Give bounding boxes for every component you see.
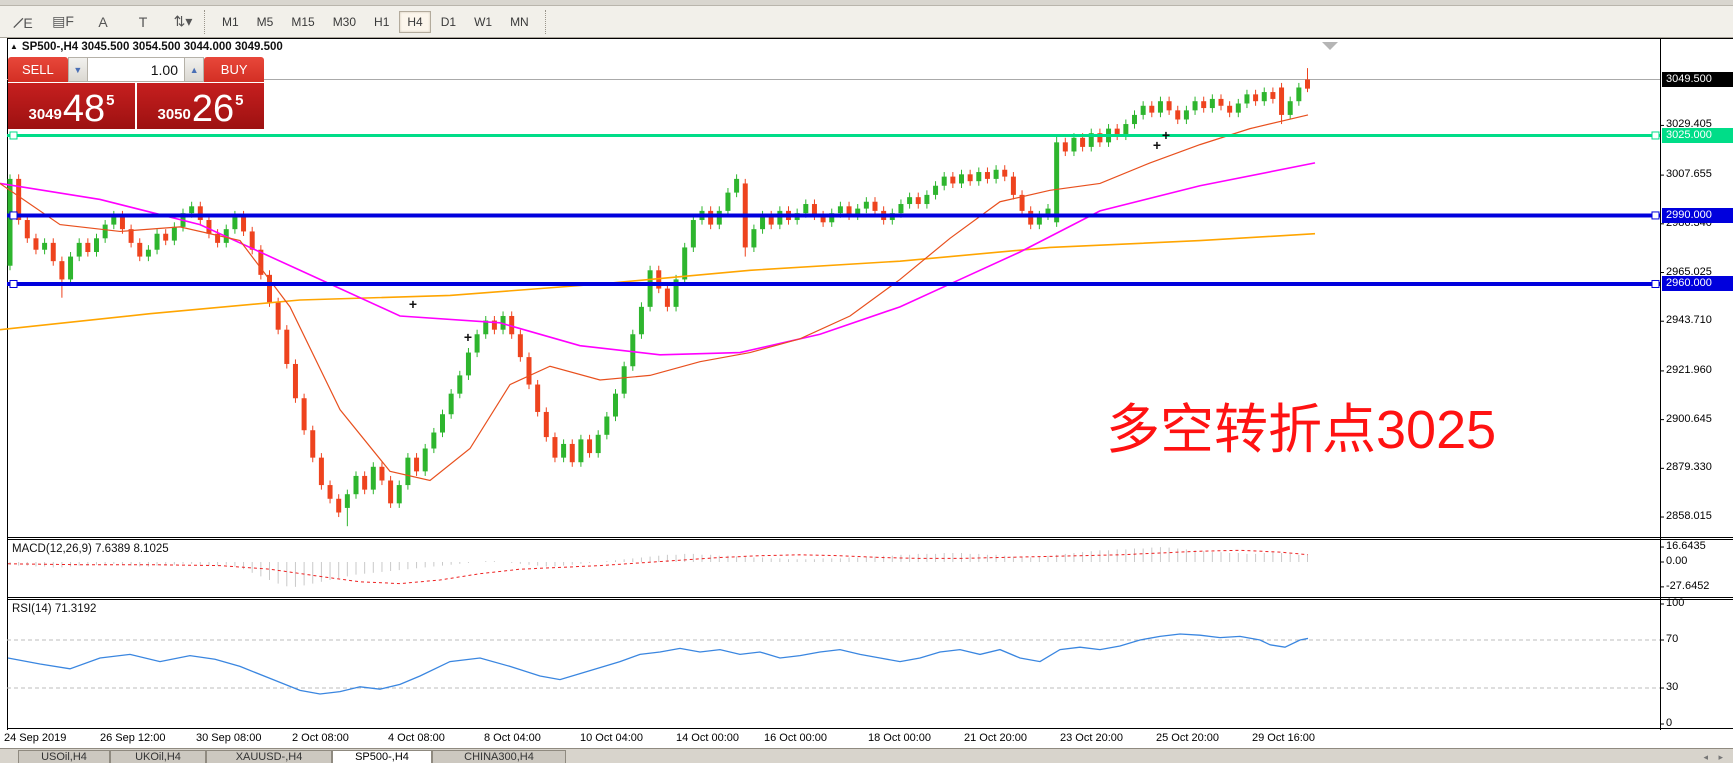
buy-price-sup: 5: [235, 93, 243, 108]
axis-tick-label: 0: [1666, 717, 1672, 729]
time-tick-label: 2 Oct 08:00: [292, 732, 349, 744]
sell-price-small: 3049: [29, 107, 62, 122]
sell-price-big: 48: [63, 92, 105, 126]
sell-price-sup: 5: [106, 93, 114, 108]
sell-quote[interactable]: 3049 48 5: [8, 83, 135, 129]
axis-tick-label: 0.00: [1666, 555, 1687, 567]
symbol-tab-bar: ◂ ▸ USOil,H4UKOil,H4XAUUSD-,H4SP500-,H4C…: [0, 748, 1733, 763]
macd-indicator-label: MACD(12,26,9) 7.6389 8.1025: [12, 543, 169, 555]
arrows-objects-icon[interactable]: ⇅▾: [170, 11, 196, 33]
time-tick-label: 26 Sep 12:00: [100, 732, 165, 744]
timeframe-button-d1[interactable]: D1: [433, 11, 464, 33]
symbol-tab-sp500-[interactable]: SP500-,H4: [332, 750, 432, 763]
axis-tick-label: 16.6435: [1666, 540, 1706, 552]
text-label-icon[interactable]: A: [90, 11, 116, 33]
tab-scroll-arrows[interactable]: ◂ ▸: [1703, 752, 1727, 763]
volume-increment-button[interactable]: ▲: [184, 57, 204, 82]
time-tick-label: 25 Oct 20:00: [1156, 732, 1219, 744]
time-tick-label: 21 Oct 20:00: [964, 732, 1027, 744]
axis-tick-label: -27.6452: [1666, 580, 1709, 592]
price-badge: 2960.000: [1662, 276, 1733, 291]
chart-annotation-text: 多空转折点3025: [1106, 402, 1496, 459]
mt4-terminal: 𝈺E▤FAT⇅▾ M1M5M15M30H1H4D1W1MN ++++ ▲SP50…: [0, 0, 1733, 763]
axis-tick-label: 2921.960: [1666, 364, 1712, 376]
time-tick-label: 10 Oct 04:00: [580, 732, 643, 744]
axis-tick-label: 2900.645: [1666, 413, 1712, 425]
volume-decrement-button[interactable]: ▼: [68, 57, 88, 82]
rsi-indicator-label: RSI(14) 71.3192: [12, 603, 96, 615]
svg-text:+: +: [1153, 137, 1161, 153]
axis-tick-label: 70: [1666, 633, 1678, 645]
time-tick-label: 18 Oct 00:00: [868, 732, 931, 744]
time-tick-label: 4 Oct 08:00: [388, 732, 445, 744]
chart-window: ++++ ▲SP500-,H4 3045.500 3054.500 3044.0…: [0, 38, 1733, 763]
svg-text:+: +: [1162, 127, 1170, 143]
buy-price-small: 3050: [158, 107, 191, 122]
timeframe-button-m30[interactable]: M30: [325, 11, 364, 33]
toolbar-separator: [204, 10, 206, 34]
axis-tick-label: 2858.015: [1666, 510, 1712, 522]
text-box-icon[interactable]: T: [130, 11, 156, 33]
sell-button[interactable]: SELL: [8, 57, 68, 82]
objects-list-icon[interactable]: ▤F: [50, 11, 76, 33]
chart-title-text: SP500-,H4 3045.500 3054.500 3044.000 304…: [22, 41, 283, 53]
timeframe-button-m15[interactable]: M15: [283, 11, 322, 33]
buy-quote[interactable]: 3050 26 5: [137, 83, 264, 129]
volume-input[interactable]: [88, 57, 184, 82]
chart-title: ▲ SP500-,H4 3045.500 3054.500 3044.000 30…: [10, 41, 283, 53]
symbol-tab-usoil[interactable]: USOil,H4: [18, 750, 110, 763]
symbol-tab-china300[interactable]: CHINA300,H4: [432, 750, 566, 763]
axis-tick-label: 2879.330: [1666, 461, 1712, 473]
time-tick-label: 8 Oct 04:00: [484, 732, 541, 744]
svg-text:+: +: [464, 329, 472, 345]
expert-advisors-icon[interactable]: 𝈺E: [10, 11, 36, 33]
chart-toolbar: 𝈺E ▤F AT ⇅▾ M1M5M15M30H1H4D1W1MN: [0, 6, 1733, 38]
axis-tick-label: 30: [1666, 681, 1678, 693]
symbol-tab-ukoil[interactable]: UKOil,H4: [110, 750, 206, 763]
timeframe-button-m1[interactable]: M1: [214, 11, 247, 33]
time-tick-label: 30 Sep 08:00: [196, 732, 261, 744]
time-tick-label: 23 Oct 20:00: [1060, 732, 1123, 744]
timeframe-button-h1[interactable]: H1: [366, 11, 397, 33]
price-badge: 2990.000: [1662, 208, 1733, 223]
time-tick-label: 16 Oct 00:00: [764, 732, 827, 744]
axis-tick-label: 2943.710: [1666, 314, 1712, 326]
collapse-panel-icon[interactable]: ▲: [10, 42, 18, 51]
price-badge: 3049.500: [1662, 72, 1733, 87]
time-tick-label: 24 Sep 2019: [4, 732, 66, 744]
timeframe-button-h4[interactable]: H4: [399, 11, 430, 33]
time-tick-label: 29 Oct 16:00: [1252, 732, 1315, 744]
time-tick-label: 14 Oct 00:00: [676, 732, 739, 744]
timeframe-button-mn[interactable]: MN: [502, 11, 537, 33]
axis-tick-label: 100: [1666, 597, 1684, 609]
symbol-tab-xauusd-[interactable]: XAUUSD-,H4: [206, 750, 332, 763]
price-badge: 3025.000: [1662, 128, 1733, 143]
buy-price-big: 26: [192, 92, 234, 126]
buy-button[interactable]: BUY: [204, 57, 264, 82]
timeframe-bar: M1M5M15M30H1H4D1W1MN: [214, 11, 537, 33]
one-click-trading-panel: SELL ▼ ▲ BUY 3049 48 5 3050 26 5: [8, 57, 264, 129]
timeframe-button-w1[interactable]: W1: [466, 11, 500, 33]
axis-tick-label: 3007.655: [1666, 168, 1712, 180]
toolbar-separator-2: [545, 10, 547, 34]
toolbar-icon-group: 𝈺E ▤F AT ⇅▾: [0, 11, 196, 33]
timeframe-button-m5[interactable]: M5: [249, 11, 282, 33]
svg-text:+: +: [409, 296, 417, 312]
